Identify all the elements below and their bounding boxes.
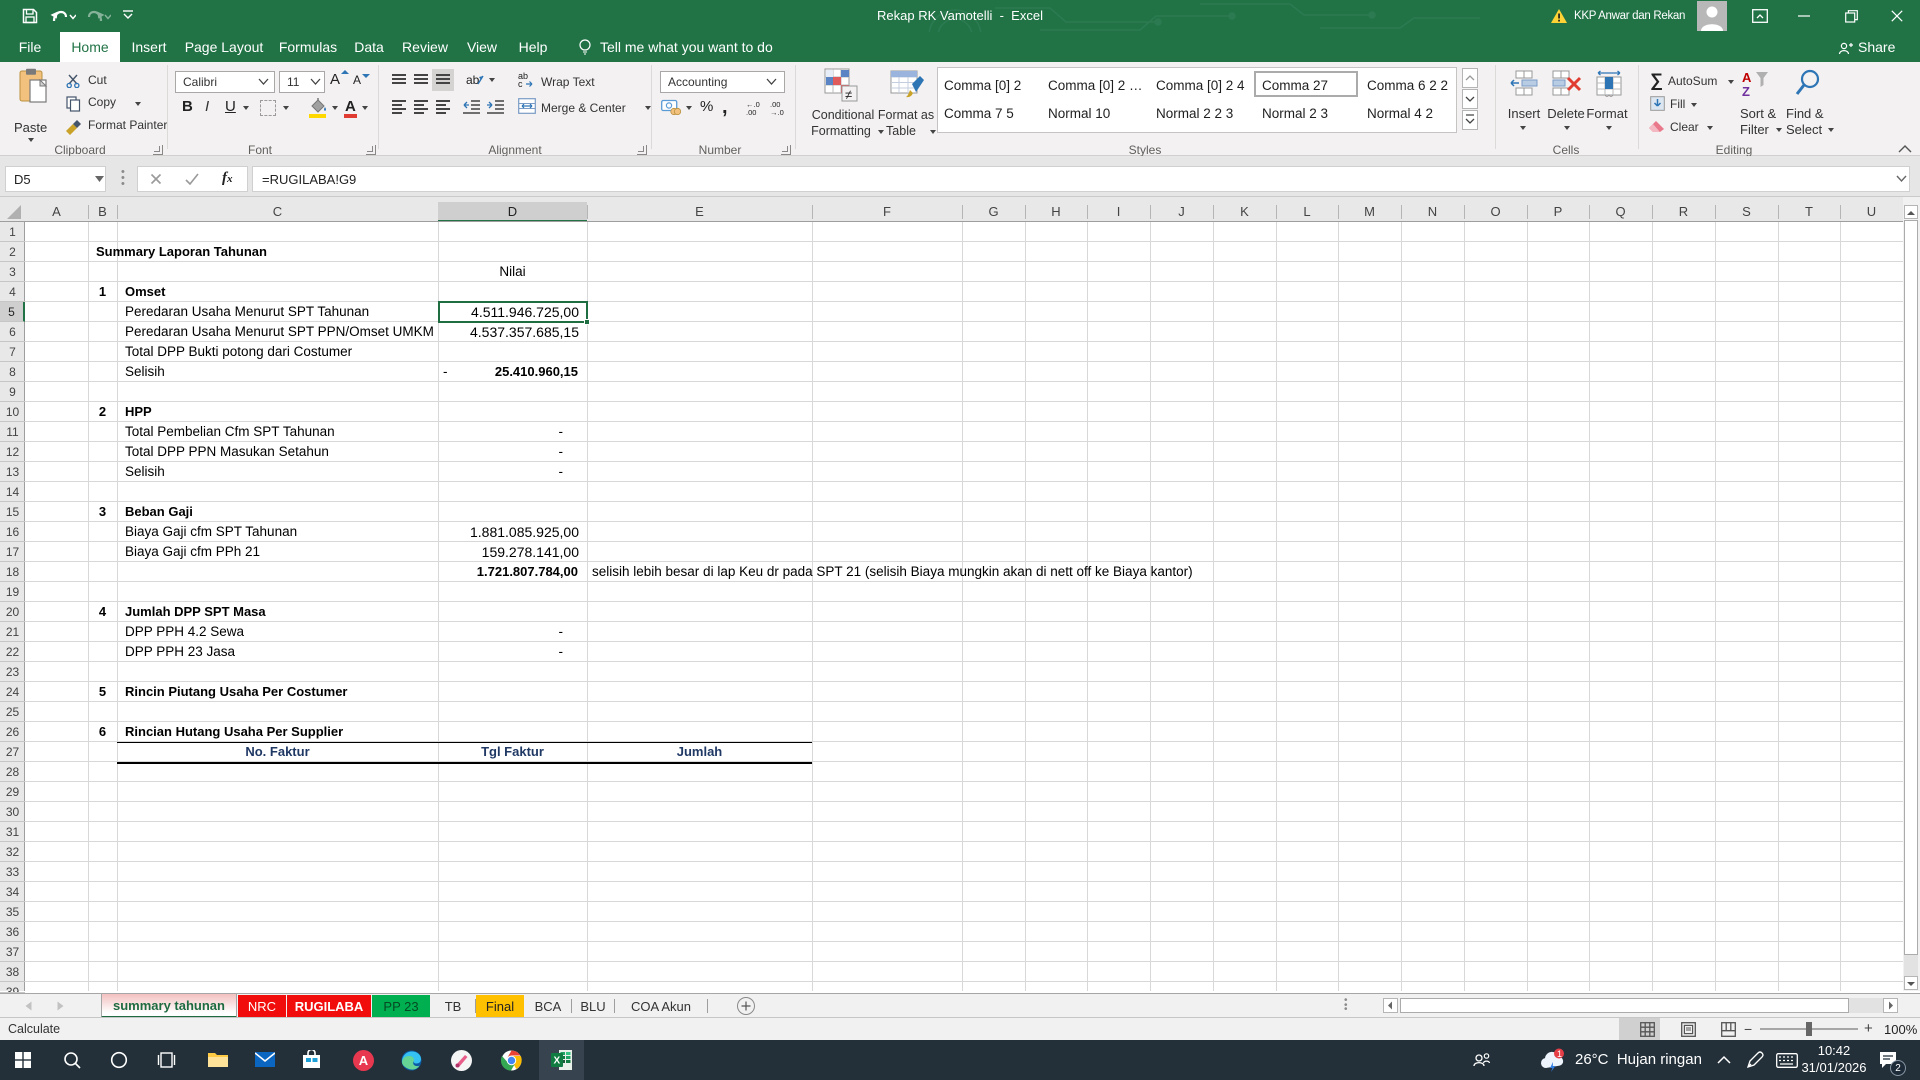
svg-text:Z: Z [1742,84,1750,99]
svg-text:≠: ≠ [845,87,852,102]
svg-text:X: X [554,1056,561,1067]
svg-text:→.0: →.0 [770,108,784,115]
svg-text:1: 1 [1557,1049,1562,1059]
svg-text:c: c [518,79,523,88]
svg-text:.00: .00 [746,108,756,115]
svg-text:ab: ab [466,73,480,87]
svg-text:A: A [1742,70,1752,85]
